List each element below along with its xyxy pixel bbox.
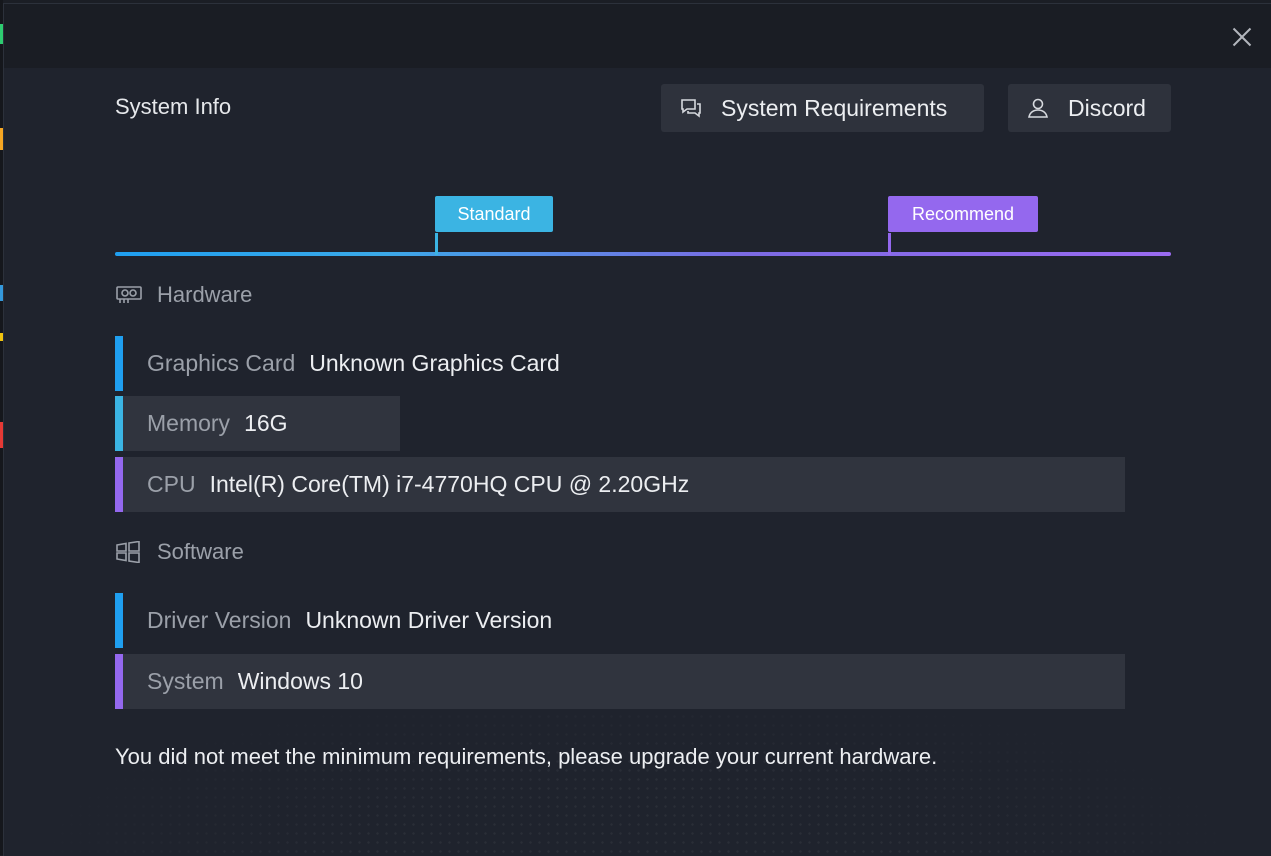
graphics-card-icon <box>115 284 143 306</box>
hardware-heading: Hardware <box>115 282 252 308</box>
row-accent <box>115 336 123 391</box>
recommend-flag: Recommend <box>888 196 1038 232</box>
row-label: Memory <box>147 410 231 436</box>
standard-marker-line <box>435 233 438 255</box>
hardware-heading-label: Hardware <box>157 282 253 307</box>
cpu-row: CPU Intel(R) Core(TM) i7-4770HQ CPU @ 2.… <box>115 457 1125 512</box>
system-requirements-label: System Requirements <box>721 94 948 121</box>
memory-row: Memory 16G <box>115 396 400 451</box>
row-label: System <box>147 668 224 694</box>
row-accent <box>115 457 123 512</box>
row-value: 16G <box>244 410 288 436</box>
row-accent <box>115 593 123 648</box>
chat-bubbles-icon <box>679 96 703 120</box>
row-value: Intel(R) Core(TM) i7-4770HQ CPU @ 2.20GH… <box>209 471 690 497</box>
recommend-marker-line <box>888 233 891 255</box>
user-icon <box>1026 96 1050 120</box>
graphics-card-row: Graphics Card Unknown Graphics Card <box>115 336 560 391</box>
standard-flag: Standard <box>435 196 553 232</box>
row-label: Driver Version <box>147 607 292 633</box>
tier-progress-bar <box>115 252 1171 256</box>
title-bar <box>4 4 1271 68</box>
system-row: System Windows 10 <box>115 654 1125 709</box>
dialog-title: System Info <box>115 94 232 119</box>
software-heading-label: Software <box>157 539 244 564</box>
discord-button[interactable]: Discord <box>1008 84 1171 132</box>
close-icon[interactable] <box>1230 25 1254 49</box>
software-heading: Software <box>115 539 244 565</box>
windows-icon <box>115 541 143 563</box>
row-value: Windows 10 <box>237 668 363 694</box>
driver-version-row: Driver Version Unknown Driver Version <box>115 593 552 648</box>
row-value: Unknown Driver Version <box>305 607 553 633</box>
requirements-message: You did not meet the minimum requirement… <box>115 744 938 769</box>
discord-label: Discord <box>1068 94 1146 121</box>
system-info-dialog: System Info System Requirements Discord … <box>3 3 1271 856</box>
system-requirements-button[interactable]: System Requirements <box>661 84 984 132</box>
row-label: CPU <box>147 471 196 497</box>
row-accent <box>115 396 123 451</box>
row-accent <box>115 654 123 709</box>
row-value: Unknown Graphics Card <box>309 350 560 376</box>
row-label: Graphics Card <box>147 350 296 376</box>
